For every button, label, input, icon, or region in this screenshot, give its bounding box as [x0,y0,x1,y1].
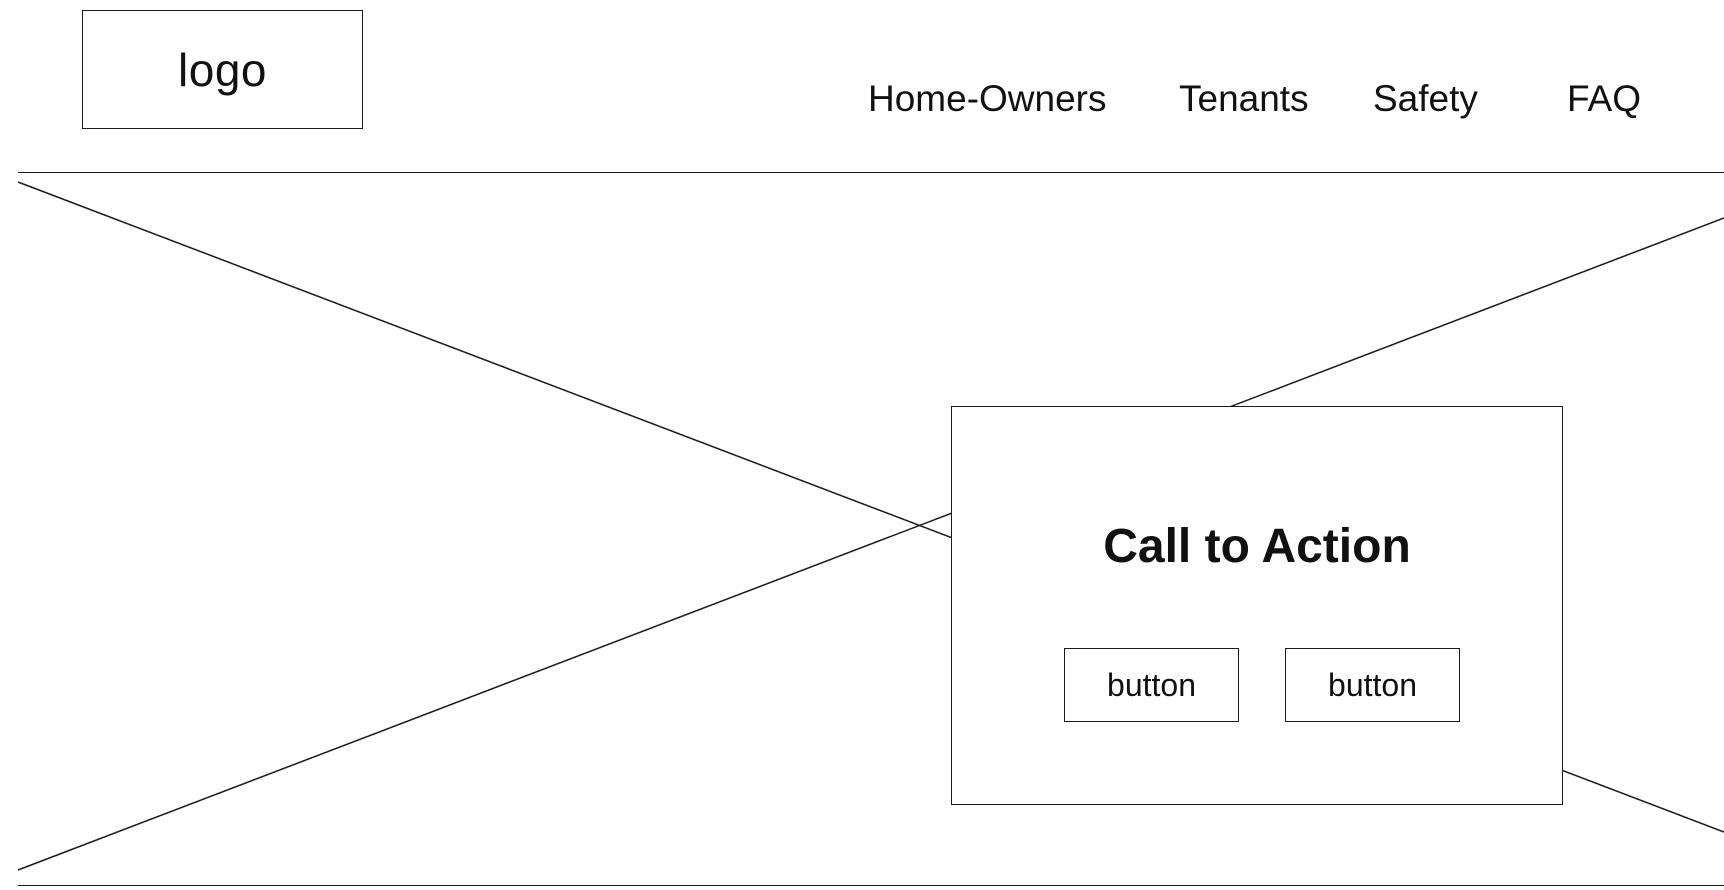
cta-button-primary[interactable]: button [1064,648,1239,722]
call-to-action-panel: Call to Action button button [951,406,1563,805]
hero-bottom-divider [18,885,1724,886]
cta-button-secondary[interactable]: button [1285,648,1460,722]
cta-title: Call to Action [1103,520,1411,573]
